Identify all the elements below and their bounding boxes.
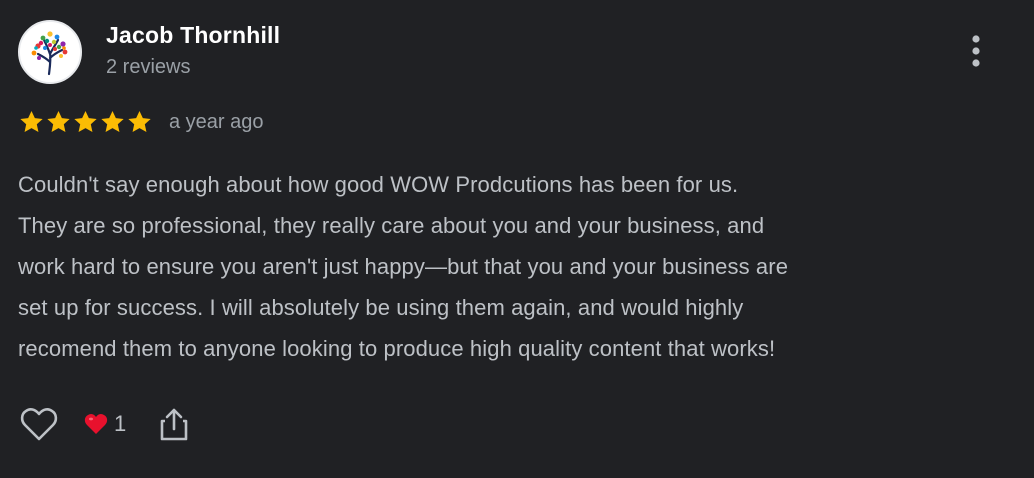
review-card: Jacob Thornhill 2 reviews a year ago Cou…: [0, 0, 1034, 478]
star-icon: [128, 110, 151, 132]
reaction-summary[interactable]: 1: [84, 411, 126, 437]
share-button[interactable]: [156, 403, 192, 445]
review-date: a year ago: [169, 110, 264, 133]
heart-outline-icon: [20, 408, 58, 441]
review-text-line: set up for success. I will absolutely be…: [18, 295, 744, 320]
review-text: Couldn't say enough about how good WOW P…: [18, 164, 1018, 369]
star-icon: [20, 110, 43, 132]
red-heart-icon: [84, 413, 108, 434]
review-text-line: Couldn't say enough about how good WOW P…: [18, 172, 739, 197]
reviewer-name[interactable]: Jacob Thornhill: [106, 22, 280, 49]
like-button[interactable]: [18, 403, 60, 445]
star-icon: [74, 110, 97, 132]
tree-logo-icon: [20, 22, 80, 82]
more-options-button[interactable]: [958, 30, 994, 72]
star-icon: [47, 110, 70, 132]
star-rating: [18, 109, 153, 135]
reaction-count: 1: [114, 411, 127, 436]
review-count: 2 reviews: [106, 56, 191, 78]
more-vert-icon: [972, 35, 980, 67]
star-icon: [101, 110, 124, 132]
review-text-line: recomend them to anyone looking to produ…: [18, 336, 776, 361]
review-text-line: work hard to ensure you aren't just happ…: [18, 254, 789, 279]
review-text-line: They are so professional, they really ca…: [18, 213, 765, 238]
share-icon: [160, 408, 188, 441]
reviewer-avatar[interactable]: [18, 20, 82, 84]
review-actions: 1: [18, 402, 192, 446]
rating-row: a year ago: [18, 108, 264, 136]
